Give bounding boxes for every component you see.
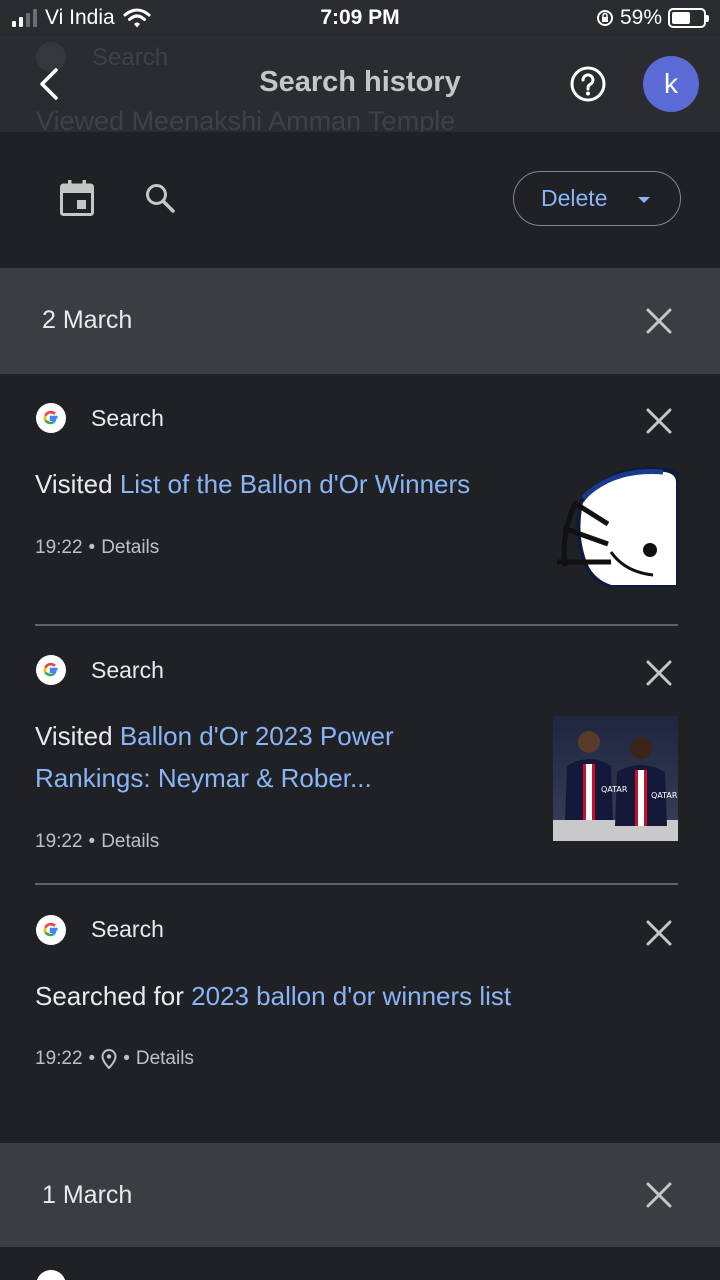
remove-entry-icon[interactable] [646, 408, 672, 434]
google-logo-icon [36, 915, 66, 945]
date-label: 2 March [42, 306, 133, 334]
entry-text: Visited Ballon d'Or 2023 Power Rankings:… [35, 715, 394, 799]
date-header: 1 March [0, 1143, 720, 1247]
date-header: 2 March [0, 268, 720, 374]
entry-action: Visited [35, 721, 113, 751]
remove-entry-icon[interactable] [646, 920, 672, 946]
entry-link-line2[interactable]: Rankings: Neymar & Rober... [35, 763, 372, 793]
history-entry[interactable]: Search Visited Ballon d'Or 2023 Power Ra… [0, 626, 720, 884]
page-title: Search history [259, 66, 461, 98]
location-pin-icon [101, 1049, 117, 1069]
google-logo-icon [36, 1270, 66, 1280]
google-logo-icon [36, 655, 66, 685]
entry-text: Searched for 2023 ballon d'or winners li… [35, 975, 511, 1017]
entry-source: Search [91, 405, 164, 431]
rotation-lock-icon [596, 10, 613, 26]
close-icon[interactable] [646, 308, 672, 334]
entry-text: Visited List of the Ballon d'Or Winners [35, 463, 470, 505]
jersey-text: QATAR [601, 785, 628, 794]
status-bar: Vi India 7:09 PM 59% [0, 0, 720, 36]
behind-entry-text: Viewed Meenakshi Amman Temple [36, 106, 456, 132]
jersey-text: QATAR [651, 791, 678, 800]
details-link[interactable]: Details [101, 537, 159, 559]
details-link[interactable]: Details [101, 831, 159, 853]
football-helmet-thumbnail[interactable] [553, 462, 678, 587]
entry-separator: • [88, 831, 96, 852]
caret-down-icon [638, 197, 650, 203]
entry-time: 19:22 [35, 831, 83, 852]
entry-action: Visited [35, 469, 113, 499]
entry-separator: • [88, 537, 96, 558]
entry-separator: • [123, 1048, 130, 1069]
entry-link[interactable]: 2023 ballon d'or winners list [191, 981, 511, 1011]
delete-button[interactable]: Delete [513, 171, 681, 226]
entry-source: Search [91, 916, 164, 942]
app-bar: Search Viewed Meenakshi Amman Temple Sea… [0, 36, 720, 132]
history-entry[interactable]: Search Visited List of the Ballon d'Or W… [0, 374, 720, 626]
close-icon[interactable] [646, 1182, 672, 1208]
calendar-icon[interactable] [60, 180, 94, 216]
search-icon[interactable] [144, 182, 176, 214]
entry-source: Search [91, 657, 164, 683]
status-right: 59% [596, 6, 709, 30]
google-logo-icon [36, 403, 66, 433]
battery-label: 59% [619, 6, 662, 29]
players-photo-thumbnail[interactable]: QATAR QATAR [553, 716, 678, 841]
entry-meta: 19:22 • • Details [35, 1048, 194, 1070]
avatar[interactable]: k [643, 56, 699, 112]
entry-meta: 19:22 • Details [35, 537, 159, 559]
battery-icon [668, 8, 709, 28]
entry-action: Searched for [35, 981, 184, 1011]
entry-separator: • [88, 1048, 96, 1069]
date-label: 1 March [42, 1181, 133, 1209]
entry-time: 19:22 [35, 537, 83, 558]
entry-link[interactable]: List of the Ballon d'Or Winners [120, 469, 470, 499]
details-link[interactable]: Details [136, 1048, 194, 1070]
entry-meta: 19:22 • Details [35, 831, 159, 853]
entry-link-line1[interactable]: Ballon d'Or 2023 Power [120, 721, 394, 751]
remove-entry-icon[interactable] [646, 660, 672, 686]
toolbar: Delete [0, 132, 720, 268]
entry-time: 19:22 [35, 1048, 83, 1069]
delete-label: Delete [541, 185, 608, 211]
history-entry[interactable]: Search Searched for 2023 ballon d'or win… [0, 885, 720, 1143]
help-icon[interactable] [570, 66, 606, 102]
